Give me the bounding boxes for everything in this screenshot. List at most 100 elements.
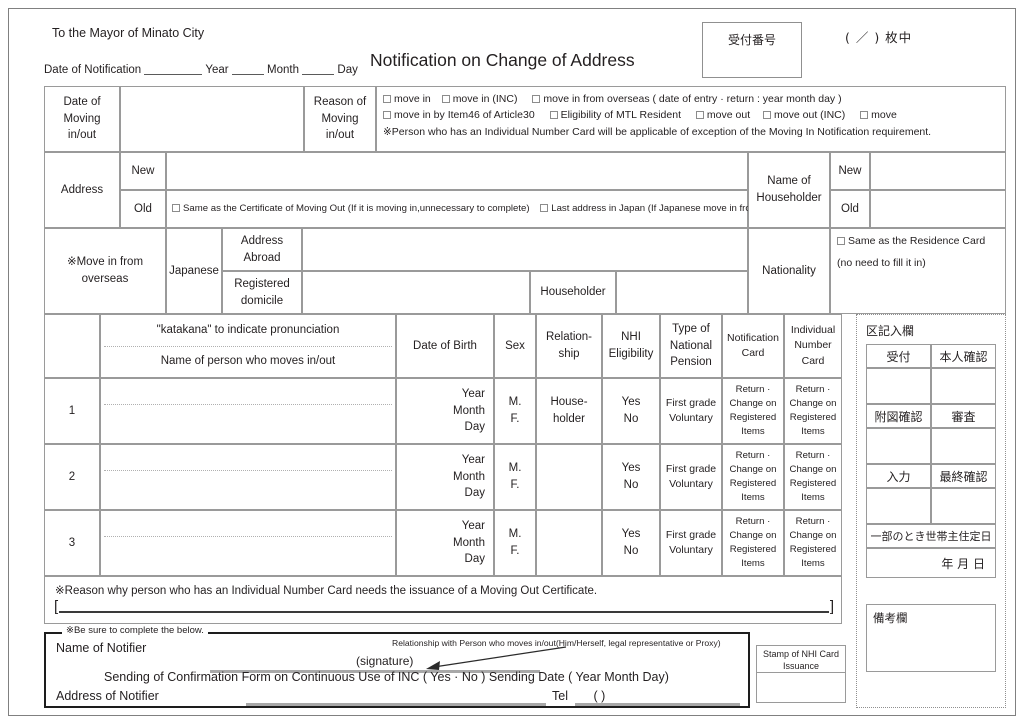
notification-month-blank[interactable] [231, 62, 264, 75]
table-row-dob[interactable]: Year Month Day [396, 510, 494, 576]
checkbox-move-in-inc[interactable] [441, 95, 450, 103]
row-dotted-divider [104, 470, 392, 471]
table-row-sex[interactable]: M. F. [494, 510, 536, 576]
table-row-number: 3 [44, 510, 100, 576]
table-row-relationship[interactable]: House- holder [536, 378, 602, 444]
ward-cell-examination-value[interactable] [931, 428, 996, 464]
checkbox-same-as-residence-card[interactable] [837, 237, 845, 245]
address-old-label: Old [120, 190, 166, 228]
table-row-dob[interactable]: Year Month Day [396, 444, 494, 510]
notification-day-blank[interactable] [302, 62, 335, 75]
table-row-sex[interactable]: M. F. [494, 378, 536, 444]
notifier-address-input[interactable] [246, 703, 546, 706]
ward-cell-input-label: 入力 [866, 464, 931, 488]
table-row-name-cell[interactable] [100, 378, 396, 444]
table-row-notification-card[interactable]: Return · Change on Registered Items [722, 378, 784, 444]
table-row-name-cell[interactable] [100, 510, 396, 576]
ward-entry-title: 区記入欄 [866, 324, 915, 338]
table-row-pension[interactable]: First grade Voluntary [660, 378, 722, 444]
reason-options-row-2: move in by Item46 of Article30 Eligibili… [383, 107, 999, 123]
date-of-moving-label: Date of Moving in/out [44, 86, 120, 152]
reason-of-moving-label: Reason of Moving in/out [304, 86, 376, 152]
notifier-tel-input[interactable] [575, 703, 740, 706]
table-row-notification-card[interactable]: Return · Change on Registered Items [722, 444, 784, 510]
table-row-nhi[interactable]: Yes No [602, 444, 660, 510]
table-row-individual-number-card[interactable]: Return · Change on Registered Items [784, 378, 842, 444]
form-page: To the Mayor of Minato City Date of Noti… [0, 0, 1024, 724]
checkbox-mtl-resident[interactable] [549, 111, 558, 120]
table-row-sex[interactable]: M. F. [494, 444, 536, 510]
overseas-householder-value[interactable] [616, 271, 748, 314]
table-row-nhi[interactable]: Yes No [602, 510, 660, 576]
householder-old-label: Old [830, 190, 870, 228]
table-row-notification-card[interactable]: Return · Change on Registered Items [722, 510, 784, 576]
address-abroad-value[interactable] [302, 228, 748, 271]
page-title: Notification on Change of Address [370, 50, 635, 70]
householder-old-value[interactable] [870, 190, 1006, 228]
checkbox-move-in[interactable] [383, 95, 391, 103]
notification-date-label: Date of Notification [44, 64, 142, 76]
table-row-individual-number-card[interactable]: Return · Change on Registered Items [784, 444, 842, 510]
overseas-japanese-label: Japanese [166, 228, 222, 314]
sex-header: Sex [494, 314, 536, 378]
registered-domicile-label: Registered domicile [222, 271, 302, 314]
ward-householder-date-fields[interactable]: 年 月 日 [866, 548, 996, 578]
table-row-pension[interactable]: First grade Voluntary [660, 444, 722, 510]
dob-header: Date of Birth [396, 314, 494, 378]
table-row-number: 1 [44, 378, 100, 444]
nhi-card-stamp-divider [757, 672, 845, 673]
moving-out-certificate-reason-input[interactable] [59, 600, 829, 613]
ward-cell-identity-check-value[interactable] [931, 368, 996, 404]
address-new-label: New [120, 152, 166, 190]
reason-option-mtl-resident: Eligibility of MTL Resident [560, 109, 681, 122]
table-row-pension[interactable]: First grade Voluntary [660, 510, 722, 576]
ward-householder-date-label: 一部のとき世帯主住定日 [866, 524, 996, 548]
nhi-card-stamp-box[interactable]: Stamp of NHI Card Issuance [756, 645, 846, 703]
bracket-open: [ [54, 598, 59, 615]
checkbox-move-in-overseas[interactable] [532, 95, 541, 103]
table-row-relationship[interactable] [536, 510, 602, 576]
checkbox-move-out-inc[interactable] [763, 111, 772, 120]
householder-new-value[interactable] [870, 152, 1006, 190]
remarks-label: 備考欄 [873, 611, 908, 625]
name-header: Name of person who moves in/out [160, 355, 336, 368]
registered-domicile-value[interactable] [302, 271, 530, 314]
notifier-tel-label: Tel ( ) [552, 689, 606, 703]
address-old-value[interactable]: Same as the Certificate of Moving Out (I… [166, 190, 804, 228]
nationality-value[interactable]: Same as the Residence Card (no need to f… [830, 228, 1006, 314]
receipt-number-box[interactable]: 受付番号 [702, 22, 802, 78]
row-dotted-divider [104, 404, 392, 405]
ward-cell-final-check-value[interactable] [931, 488, 996, 524]
address-label: Address [44, 152, 120, 228]
checkbox-move[interactable] [860, 111, 869, 120]
table-row-dob[interactable]: Year Month Day [396, 378, 494, 444]
ward-cell-input-value[interactable] [866, 488, 931, 524]
moving-out-certificate-reason-input-row[interactable]: [ ] [54, 598, 834, 615]
moving-out-certificate-reason-text: ※Reason why person who has an Individual… [55, 585, 598, 597]
katakana-header: "katakana" to indicate pronunciation [156, 324, 340, 337]
table-row-relationship[interactable] [536, 444, 602, 510]
table-row-individual-number-card[interactable]: Return · Change on Registered Items [784, 510, 842, 576]
address-new-value[interactable] [166, 152, 748, 190]
table-row-nhi[interactable]: Yes No [602, 378, 660, 444]
checkbox-same-as-moving-out-cert[interactable] [172, 204, 180, 213]
remarks-box[interactable]: 備考欄 [866, 604, 996, 672]
nationality-checkbox-label: Same as the Residence Card [848, 235, 986, 247]
ward-cell-map-check-value[interactable] [866, 428, 931, 464]
checkbox-move-in-item46[interactable] [383, 111, 391, 120]
ward-cell-identity-check-label: 本人確認 [931, 344, 996, 368]
notification-year-blank[interactable] [144, 62, 203, 75]
reason-note: ※Person who has an Individual Number Car… [383, 125, 932, 138]
table-row-name-cell[interactable] [100, 444, 396, 510]
notification-day-label: Day [337, 64, 358, 76]
checkbox-move-out[interactable] [695, 111, 704, 120]
individual-number-card-header: Individual Number Card [784, 314, 842, 378]
checkbox-last-address-in-japan[interactable] [540, 204, 549, 213]
ward-cell-reception-value[interactable] [866, 368, 931, 404]
date-of-moving-value[interactable] [120, 86, 304, 152]
reason-of-moving-options[interactable]: move in move in (INC) move in from overs… [376, 86, 1006, 152]
bracket-close: ] [829, 598, 834, 615]
reason-options-row-1: move in move in (INC) move in from overs… [383, 91, 999, 107]
row-dotted-divider [104, 536, 392, 537]
notifier-inc-sending-label[interactable]: Sending of Confirmation Form on Continuo… [104, 670, 669, 684]
